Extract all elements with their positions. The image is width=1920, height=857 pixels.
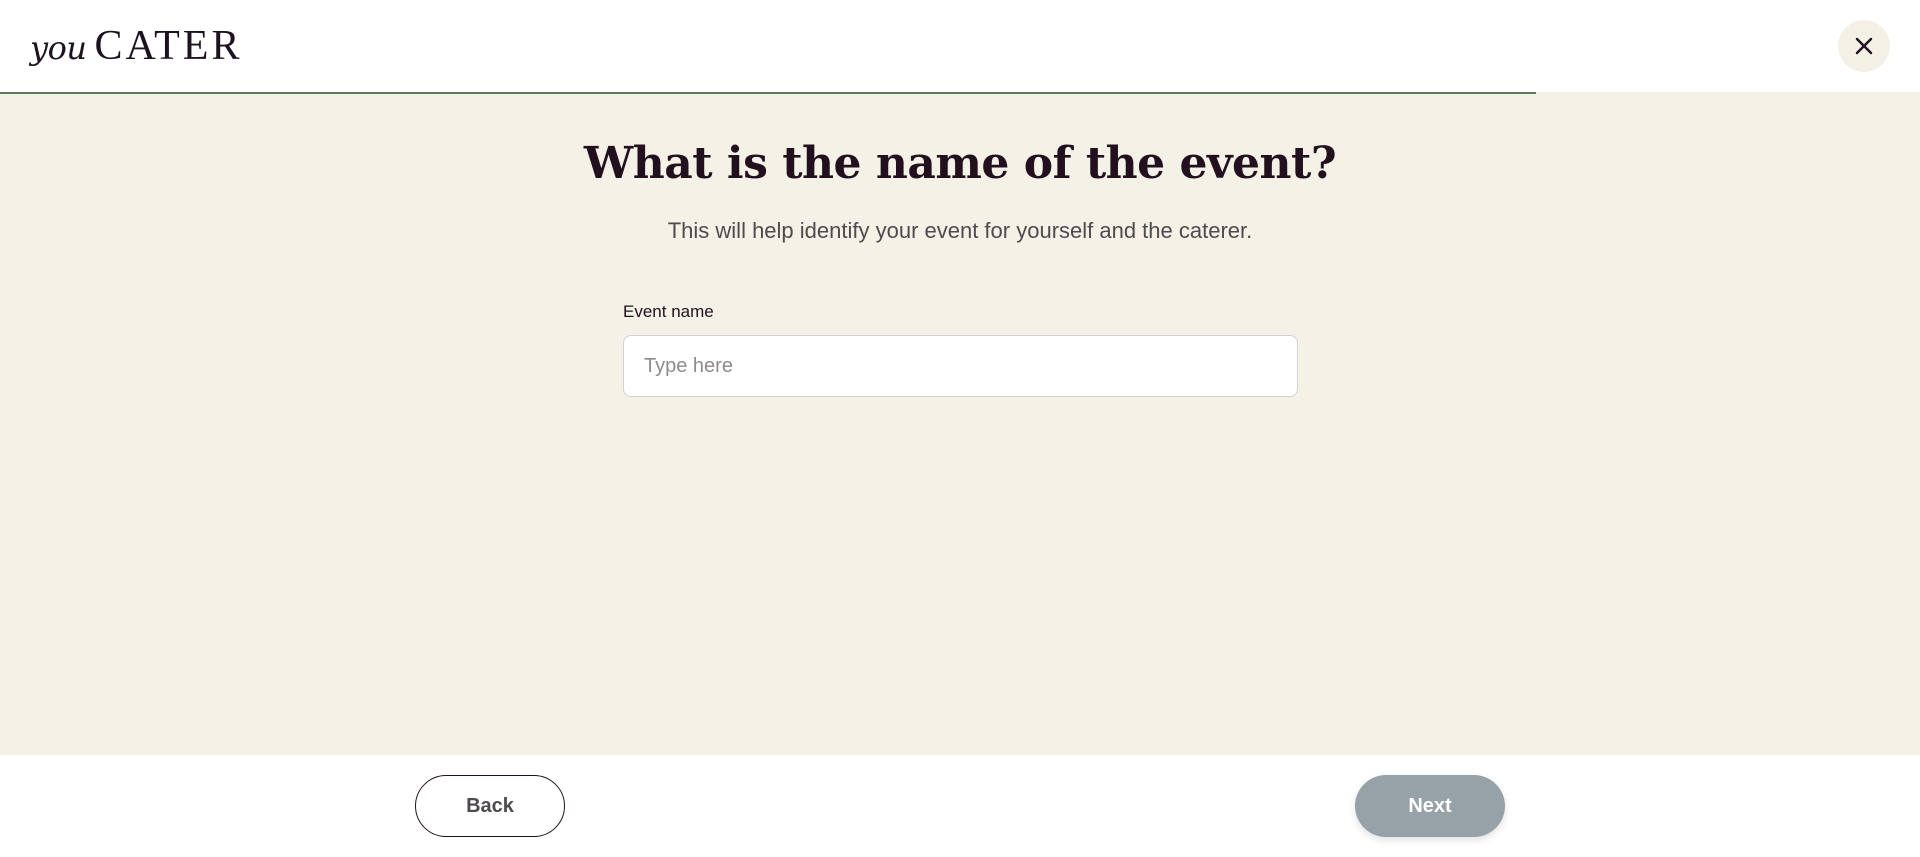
logo-you-text: you bbox=[30, 29, 87, 67]
close-icon bbox=[1855, 37, 1873, 55]
back-button[interactable]: Back bbox=[415, 775, 565, 837]
next-button[interactable]: Next bbox=[1355, 775, 1505, 837]
footer: Back Next bbox=[0, 755, 1920, 857]
page-subtitle: This will help identify your event for y… bbox=[667, 218, 1253, 243]
page-title: What is the name of the event? bbox=[583, 138, 1337, 189]
logo-cater-text: CATER bbox=[94, 23, 243, 69]
youcater-logo[interactable]: you CATER bbox=[30, 22, 242, 70]
close-button[interactable] bbox=[1838, 20, 1890, 72]
event-name-input[interactable] bbox=[623, 335, 1298, 397]
header: you CATER bbox=[0, 0, 1920, 93]
event-name-label: Event name bbox=[623, 302, 714, 321]
main-content: What is the name of the event? This will… bbox=[0, 94, 1920, 755]
